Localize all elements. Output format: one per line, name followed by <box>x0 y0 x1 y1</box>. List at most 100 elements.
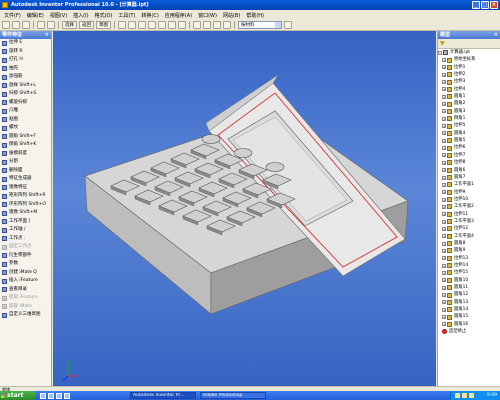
tray-app-icon[interactable] <box>469 393 474 398</box>
task-photoshop[interactable]: Adobe Photoshop <box>200 392 266 399</box>
panel-tool-item[interactable]: 特征生成器 <box>0 175 51 184</box>
expand-icon[interactable]: + <box>442 204 446 209</box>
menu-insert[interactable]: 插入(I) <box>73 12 88 19</box>
menu-help[interactable]: 帮助(H) <box>246 12 264 19</box>
start-button[interactable]: start <box>0 391 36 400</box>
menu-applications[interactable]: 应用程序(A) <box>165 12 192 19</box>
menu-edit[interactable]: 编辑(E) <box>27 12 44 19</box>
tree-node[interactable]: + 拉伸10 <box>438 196 500 203</box>
tree-node[interactable]: + 圆角12 <box>438 291 500 298</box>
update-icon[interactable] <box>118 21 126 29</box>
expand-icon[interactable]: + <box>442 138 446 143</box>
collapse-icon[interactable]: - <box>438 50 442 55</box>
panel-tool-item[interactable]: 环形阵列 Shift+O <box>0 201 51 210</box>
tree-node[interactable]: + 拉伸2 <box>438 71 500 78</box>
panel-tool-item[interactable]: 删除面 <box>0 167 51 176</box>
expand-icon[interactable]: + <box>442 94 446 99</box>
expand-icon[interactable]: + <box>442 146 446 151</box>
tree-node[interactable]: + 工作平面4 <box>438 233 500 240</box>
tree-node[interactable]: + 拉伸5 <box>438 122 500 129</box>
panel-tool-item[interactable]: 自定义三维草图 <box>0 311 51 320</box>
tree-node[interactable]: + 圆角8 <box>438 240 500 247</box>
tree-node[interactable]: + 拉伸11 <box>438 211 500 218</box>
expand-icon[interactable]: + <box>442 131 446 136</box>
panel-tool-item[interactable]: 参数 <box>0 260 51 269</box>
expand-icon[interactable]: + <box>442 278 446 283</box>
panel-bar-close-icon[interactable]: × <box>45 31 49 39</box>
expand-icon[interactable]: + <box>442 160 446 165</box>
panel-tool-item[interactable]: 拉伸 E <box>0 39 51 48</box>
expand-icon[interactable]: + <box>442 226 446 231</box>
panel-tool-item[interactable]: 贴图 <box>0 116 51 125</box>
zoom-all-icon[interactable] <box>128 21 136 29</box>
expand-icon[interactable]: + <box>442 212 446 217</box>
return-button[interactable]: 返回 <box>79 21 94 29</box>
expand-icon[interactable]: + <box>442 80 446 85</box>
select-button[interactable]: 选择 <box>62 21 77 29</box>
panel-tool-item[interactable]: 拔模斜度 <box>0 150 51 159</box>
calculator-model[interactable] <box>53 31 436 386</box>
quicklaunch-desktop-icon[interactable] <box>40 392 46 399</box>
expand-icon[interactable]: + <box>442 293 446 298</box>
menu-format[interactable]: 格式(O) <box>95 12 113 19</box>
panel-tool-item[interactable]: 圆角 Shift+F <box>0 133 51 142</box>
tree-node[interactable]: + 工作平面1 <box>438 181 500 188</box>
panel-tool-item[interactable]: 镜像 Shift+M <box>0 209 51 218</box>
menu-view[interactable]: 视图(V) <box>50 12 67 19</box>
tree-node[interactable]: + 圆角7 <box>438 174 500 181</box>
minimize-button[interactable]: _ <box>472 1 480 9</box>
tree-node[interactable]: + 圆角16 <box>438 321 500 328</box>
tree-node[interactable]: + 圆角15 <box>438 313 500 320</box>
expand-icon[interactable]: + <box>442 168 446 173</box>
panel-tool-item[interactable]: 镜像特征 <box>0 184 51 193</box>
tree-node[interactable]: + 圆角3 <box>438 108 500 115</box>
redo-icon[interactable] <box>47 21 55 29</box>
panel-tool-item[interactable]: 螺纹 <box>0 124 51 133</box>
task-inventor[interactable]: Autodesk Inventor Pr... <box>130 392 196 399</box>
oval-function-key[interactable] <box>265 162 285 172</box>
browser-close-icon[interactable]: × <box>494 31 498 39</box>
sketch-button[interactable]: 草图 <box>96 21 111 29</box>
panel-tool-item[interactable]: 工作点 . <box>0 235 51 244</box>
tree-node[interactable]: + 拉伸9 <box>438 189 500 196</box>
expand-icon[interactable]: + <box>442 58 446 63</box>
tree-node[interactable]: + 圆角2 <box>438 100 500 107</box>
quicklaunch-app-icon[interactable] <box>64 392 70 399</box>
tray-network-icon[interactable] <box>455 393 460 398</box>
open-file-icon[interactable] <box>12 21 20 29</box>
tree-node[interactable]: + 拉伸4 <box>438 86 500 93</box>
panel-tool-item[interactable]: 工作平面 ] <box>0 218 51 227</box>
tree-node[interactable]: + 拉伸13 <box>438 255 500 262</box>
color-style-select[interactable]: 按材料 <box>238 21 282 29</box>
expand-icon[interactable]: + <box>442 270 446 275</box>
tree-node[interactable]: + 拉伸1 <box>438 64 500 71</box>
oval-function-key[interactable] <box>233 148 253 158</box>
expand-icon[interactable]: + <box>442 234 446 239</box>
analysis-icon[interactable] <box>223 21 231 29</box>
save-icon[interactable] <box>22 21 30 29</box>
expand-icon[interactable]: + <box>442 285 446 290</box>
expand-icon[interactable]: + <box>442 102 446 107</box>
tree-node[interactable]: + 倒角1 <box>438 115 500 122</box>
tree-node[interactable]: + 拉伸15 <box>438 269 500 276</box>
panel-tool-item[interactable]: 工作轴 / <box>0 226 51 235</box>
tree-node[interactable]: + 圆角6 <box>438 167 500 174</box>
zoom-icon[interactable] <box>148 21 156 29</box>
expand-icon[interactable]: + <box>442 219 446 224</box>
expand-icon[interactable]: + <box>442 248 446 253</box>
shaded-display-icon[interactable] <box>193 21 201 29</box>
expand-icon[interactable]: + <box>442 175 446 180</box>
tray-volume-icon[interactable] <box>462 393 467 398</box>
expand-icon[interactable]: + <box>442 263 446 268</box>
tree-node[interactable]: + 拉伸6 <box>438 144 500 151</box>
panel-tool-item[interactable]: 倒角 Shift+K <box>0 141 51 150</box>
shadow-icon[interactable] <box>203 21 211 29</box>
close-window-button[interactable]: × <box>490 1 498 9</box>
tree-node[interactable]: + 圆角10 <box>438 277 500 284</box>
panel-tool-item[interactable]: 分割 <box>0 158 51 167</box>
perspective-icon[interactable] <box>213 21 221 29</box>
panel-tool-item[interactable]: 创建 iMate Q <box>0 269 51 278</box>
zoom-window-icon[interactable] <box>138 21 146 29</box>
panel-tool-item[interactable]: 插入 iFeature <box>0 277 51 286</box>
end-of-part-node[interactable]: 造型终止 <box>438 328 500 335</box>
